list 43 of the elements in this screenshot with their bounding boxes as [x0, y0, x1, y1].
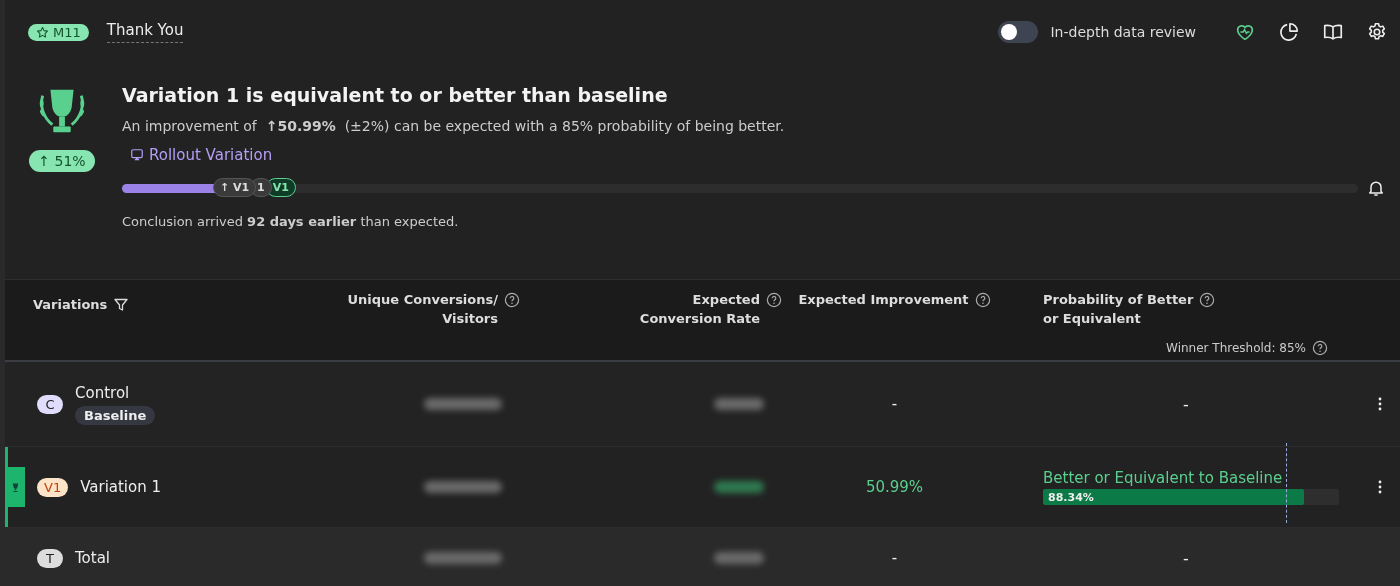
goal-code: M11 [53, 24, 81, 40]
rollout-button[interactable]: Rollout Variation [122, 144, 281, 166]
uplift-badge: ↑ 51% [29, 150, 95, 172]
column-header: Unique Conversions/ Visitors [347, 292, 498, 326]
result-headline: Variation 1 is equivalent to or better than baseline [122, 84, 669, 106]
toggle-label: In-depth data review [1050, 24, 1196, 40]
pie-chart-icon[interactable] [1278, 21, 1300, 43]
column-header: Probability of Better or Equivalent [1043, 292, 1194, 326]
variation-name: Control [75, 383, 130, 402]
probability-value: - [1183, 394, 1189, 414]
toggle-switch[interactable] [998, 21, 1039, 43]
screen-share-icon [130, 148, 144, 162]
improvement-value: 50.99% [865, 478, 924, 496]
help-icon[interactable] [504, 292, 520, 308]
probability-label: Better or Equivalent to Baseline [1043, 469, 1284, 487]
conclusion-text: Conclusion arrived 92 days earlier than expected. [122, 214, 460, 229]
settings-icon[interactable] [1366, 21, 1388, 43]
probability-bar: 88.34% [1043, 489, 1305, 505]
variation-name: Variation 1 [80, 478, 162, 496]
help-icon[interactable] [1312, 340, 1328, 356]
winner-threshold: Winner Threshold: 85% [1166, 341, 1306, 355]
probability-value: - [1183, 548, 1189, 568]
goal-name[interactable]: Thank You [106, 21, 184, 43]
variation-badge: V1 [37, 477, 69, 497]
result-detail: An improvement of ↑50.99% (±2%) can be expected with a 85% probability of being better. [122, 118, 786, 134]
variation-name: Total [75, 549, 111, 567]
improvement-value: - [891, 549, 898, 567]
variation-badge: C [37, 394, 63, 414]
more-icon[interactable] [1378, 397, 1382, 411]
improvement-value: - [891, 395, 898, 413]
filter-icon[interactable] [113, 297, 130, 313]
more-icon[interactable] [1378, 480, 1382, 494]
winner-flag [5, 467, 25, 507]
column-header: Variations [33, 297, 108, 312]
help-icon[interactable] [974, 292, 991, 308]
column-header: Expected Conversion Rate [639, 292, 760, 326]
help-icon[interactable] [1199, 292, 1216, 308]
progress-marker: ↑ V1 [212, 177, 257, 197]
help-icon[interactable] [766, 292, 782, 308]
column-header: Expected Improvement [798, 292, 969, 307]
variation-badge: T [37, 548, 63, 568]
baseline-tag: Baseline [75, 405, 156, 425]
star-icon [36, 25, 49, 39]
